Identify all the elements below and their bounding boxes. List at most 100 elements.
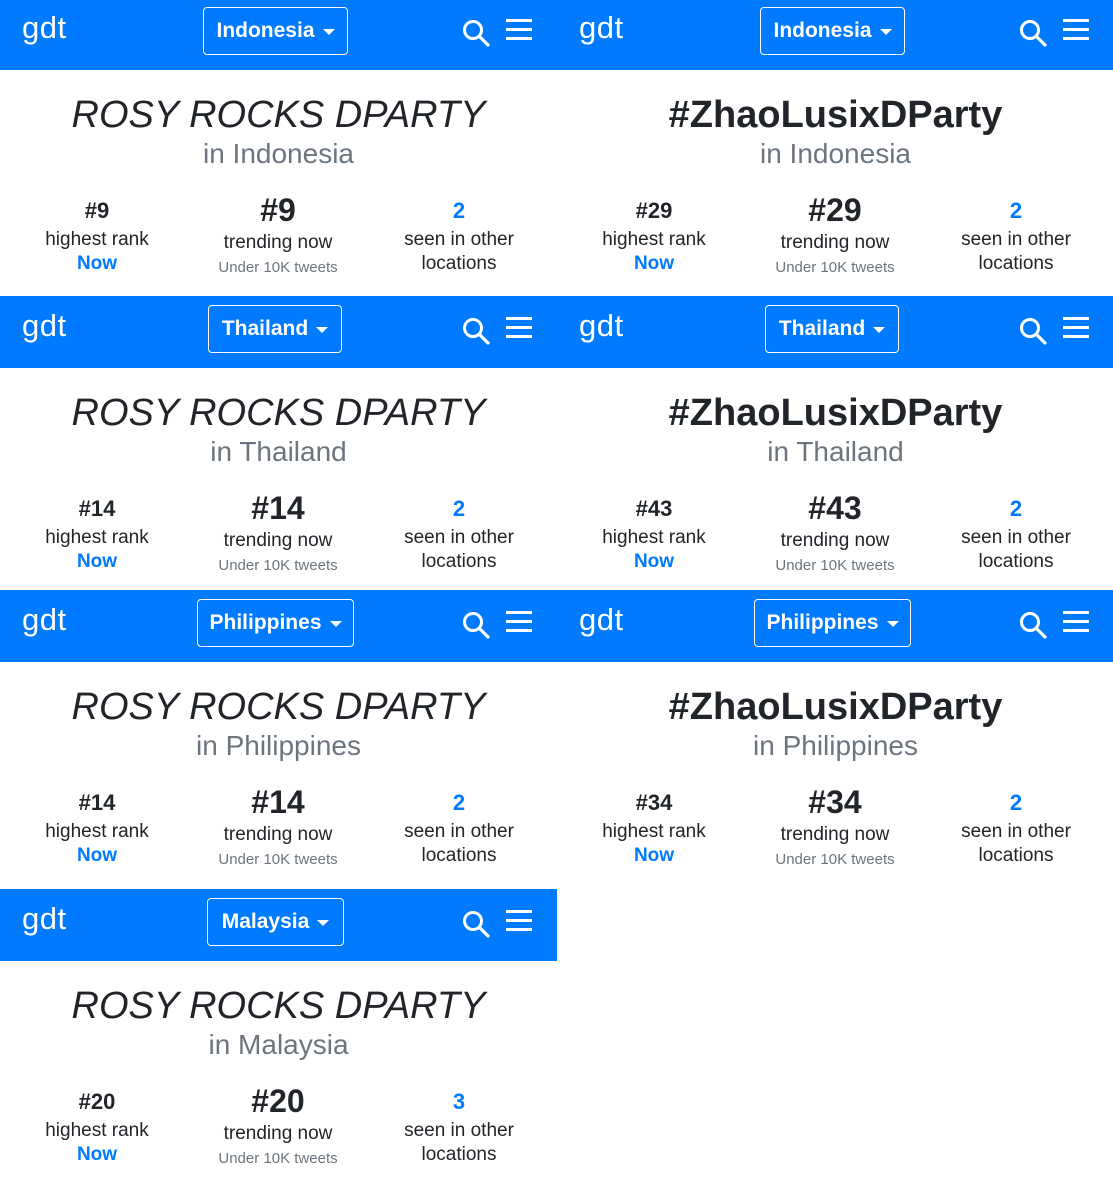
country-dropdown[interactable]: Thailand <box>208 305 342 353</box>
country-dropdown[interactable]: Indonesia <box>203 7 348 55</box>
trend-location: in Thailand <box>767 436 904 467</box>
highest-rank-label: highest rank <box>45 1120 149 1141</box>
country-dropdown-label: Philippines <box>766 611 879 634</box>
search-icon[interactable] <box>462 19 490 47</box>
hamburger-menu-icon[interactable] <box>506 19 532 45</box>
trending-now-stat: #14 trending now Under 10K tweets <box>188 490 368 574</box>
trend-panel: gdt Malaysia ROSY ROCKS DPARTY in Malays… <box>0 889 557 1200</box>
hamburger-menu-icon[interactable] <box>506 317 532 343</box>
seen-in-other-label: seen in other <box>404 527 514 548</box>
country-dropdown[interactable]: Indonesia <box>760 7 905 55</box>
other-locations-count[interactable]: 2 <box>926 198 1106 224</box>
other-locations-stat[interactable]: 2 seen in other locations <box>926 198 1106 276</box>
trending-now-value: #14 <box>251 490 305 526</box>
highest-rank-label: highest rank <box>602 821 706 842</box>
highest-rank-stat: #20 highest rank Now <box>7 1089 187 1167</box>
navbar: gdt Philippines <box>557 590 1113 662</box>
other-locations-count[interactable]: 2 <box>926 496 1106 522</box>
trend-title: #ZhaoLusixDParty <box>668 94 1003 136</box>
trending-now-value: #43 <box>808 490 862 526</box>
logo[interactable]: gdt <box>22 308 67 344</box>
seen-in-other-label: seen in other <box>404 821 514 842</box>
other-locations-count[interactable]: 3 <box>369 1089 549 1115</box>
country-dropdown[interactable]: Philippines <box>754 599 911 647</box>
other-locations-count[interactable]: 2 <box>369 496 549 522</box>
logo[interactable]: gdt <box>579 602 624 638</box>
now-link[interactable]: Now <box>7 844 187 868</box>
logo[interactable]: gdt <box>579 10 624 46</box>
highest-rank-value: #9 <box>84 198 110 223</box>
country-dropdown-label: Philippines <box>209 611 322 634</box>
country-dropdown[interactable]: Malaysia <box>207 898 344 946</box>
country-dropdown-label: Indonesia <box>216 19 315 42</box>
other-locations-stat[interactable]: 2 seen in other locations <box>369 790 549 868</box>
country-dropdown[interactable]: Thailand <box>765 305 899 353</box>
logo[interactable]: gdt <box>22 901 67 937</box>
now-link[interactable]: Now <box>564 252 744 276</box>
search-icon[interactable] <box>1019 19 1047 47</box>
logo[interactable]: gdt <box>22 602 67 638</box>
now-link[interactable]: Now <box>564 844 744 868</box>
hamburger-menu-icon[interactable] <box>1063 611 1089 637</box>
hamburger-menu-icon[interactable] <box>1063 19 1089 45</box>
other-locations-count[interactable]: 2 <box>369 198 549 224</box>
caret-down-icon <box>316 327 329 333</box>
hamburger-menu-icon[interactable] <box>1063 317 1089 343</box>
other-locations-stat[interactable]: 2 seen in other locations <box>369 496 549 574</box>
search-icon[interactable] <box>462 910 490 938</box>
now-link[interactable]: Now <box>7 1143 187 1167</box>
other-locations-stat[interactable]: 2 seen in other locations <box>926 496 1106 574</box>
trending-now-value: #14 <box>251 784 305 820</box>
trend-panel: gdt Philippines #ZhaoLusixDParty in Phil… <box>557 590 1113 887</box>
search-icon[interactable] <box>462 317 490 345</box>
locations-label: locations <box>421 1144 497 1165</box>
other-locations-count[interactable]: 2 <box>926 790 1106 816</box>
search-icon[interactable] <box>462 611 490 639</box>
trending-now-stat: #14 trending now Under 10K tweets <box>188 784 368 868</box>
trending-now-value: #29 <box>808 192 862 228</box>
trending-now-label: trending now <box>223 232 333 253</box>
hamburger-menu-icon[interactable] <box>506 910 532 936</box>
trend-title: ROSY ROCKS DPARTY <box>71 94 486 136</box>
trend-panel: gdt Thailand ROSY ROCKS DPARTY in Thaila… <box>0 296 557 592</box>
trend-location: in Indonesia <box>759 138 911 169</box>
other-locations-stat[interactable]: 2 seen in other locations <box>926 790 1106 868</box>
search-icon[interactable] <box>1019 611 1047 639</box>
highest-rank-label: highest rank <box>45 527 149 548</box>
trend-location: in Philippines <box>753 730 918 761</box>
trending-now-stat: #20 trending now Under 10K tweets <box>188 1083 368 1167</box>
navbar: gdt Philippines <box>0 590 557 662</box>
trend-title: ROSY ROCKS DPARTY <box>71 392 486 434</box>
highest-rank-value: #14 <box>78 790 116 815</box>
trend-panel: gdt Indonesia ROSY ROCKS DPARTY in Indon… <box>0 0 557 296</box>
highest-rank-stat: #29 highest rank Now <box>564 198 744 276</box>
locations-label: locations <box>421 845 497 866</box>
highest-rank-label: highest rank <box>602 229 706 250</box>
other-locations-stat[interactable]: 3 seen in other locations <box>369 1089 549 1167</box>
now-link[interactable]: Now <box>7 550 187 574</box>
country-dropdown-label: Malaysia <box>221 910 310 933</box>
trending-now-value: #20 <box>251 1083 305 1119</box>
now-link[interactable]: Now <box>564 550 744 574</box>
locations-label: locations <box>978 845 1054 866</box>
country-dropdown-label: Thailand <box>221 317 309 340</box>
trend-title: #ZhaoLusixDParty <box>668 392 1003 434</box>
caret-down-icon <box>873 327 886 333</box>
logo[interactable]: gdt <box>22 10 67 46</box>
now-link[interactable]: Now <box>7 252 187 276</box>
hamburger-menu-icon[interactable] <box>506 611 532 637</box>
country-dropdown[interactable]: Philippines <box>197 599 354 647</box>
locations-label: locations <box>978 551 1054 572</box>
trending-now-stat: #43 trending now Under 10K tweets <box>745 490 925 574</box>
other-locations-stat[interactable]: 2 seen in other locations <box>369 198 549 276</box>
tweet-volume: Under 10K tweets <box>775 557 895 574</box>
caret-down-icon <box>879 29 892 35</box>
navbar: gdt Indonesia <box>557 0 1113 70</box>
highest-rank-value: #34 <box>635 790 673 815</box>
logo[interactable]: gdt <box>579 308 624 344</box>
other-locations-count[interactable]: 2 <box>369 790 549 816</box>
navbar: gdt Thailand <box>557 296 1113 368</box>
highest-rank-label: highest rank <box>45 229 149 250</box>
trending-now-label: trending now <box>223 530 333 551</box>
search-icon[interactable] <box>1019 317 1047 345</box>
